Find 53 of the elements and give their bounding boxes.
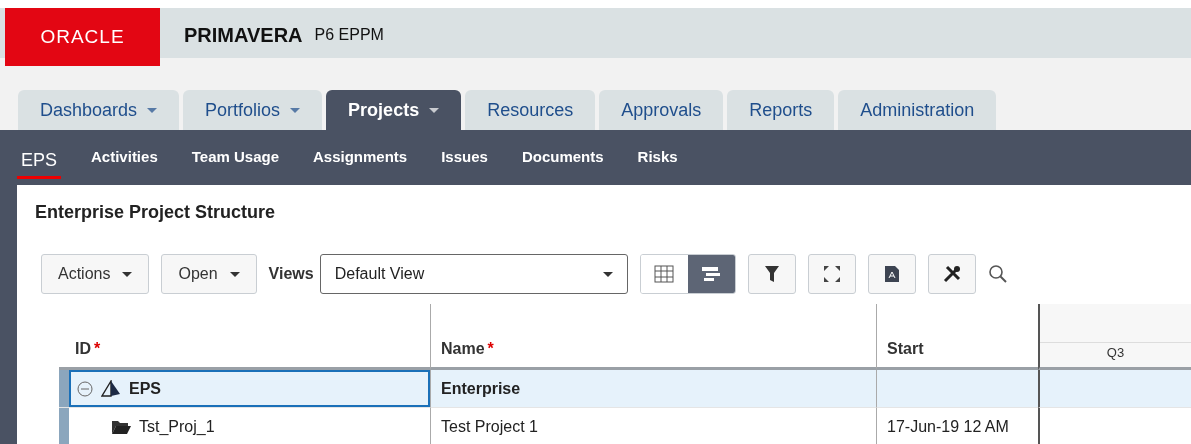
required-mark: *: [487, 339, 494, 359]
nav-tab[interactable]: Projects: [326, 90, 462, 130]
row-id[interactable]: Tst_Proj_1: [139, 414, 215, 439]
menu-button[interactable]: Open: [161, 254, 257, 294]
nav-tab[interactable]: Approvals: [599, 90, 724, 130]
nav-tab[interactable]: Portfolios: [183, 90, 323, 130]
oracle-logo: ORACLE: [5, 8, 160, 66]
caret-icon: [229, 271, 240, 277]
product-name: PRIMAVERA: [184, 23, 303, 48]
caret-icon: [602, 271, 613, 277]
nav-tab[interactable]: Reports: [727, 90, 835, 130]
start-date: 17-Jun-19 12 AM: [887, 416, 1009, 437]
menu-button[interactable]: Actions: [41, 254, 150, 294]
nav-tab[interactable]: Dashboards: [18, 90, 180, 130]
views-label: Views: [268, 264, 314, 284]
row-name: Enterprise: [441, 378, 521, 399]
pdf-button[interactable]: [867, 254, 916, 294]
subnav-tab[interactable]: Activities: [74, 140, 175, 175]
gantt-icon: [701, 265, 722, 283]
table-icon: [654, 265, 675, 283]
caret-icon: [122, 271, 133, 277]
subnav-tab[interactable]: Documents: [504, 140, 621, 175]
timescale-label: Q3: [1105, 344, 1126, 362]
required-mark: *: [94, 339, 101, 359]
collapse-toggle[interactable]: [77, 380, 93, 397]
subnav-tab[interactable]: Issues: [424, 140, 505, 175]
expand-icon: [822, 265, 841, 283]
nav-tab[interactable]: Administration: [838, 90, 997, 130]
subnav-tab[interactable]: Team Usage: [174, 140, 296, 175]
tree-indent-bar: [59, 408, 69, 444]
column-header[interactable]: ID: [75, 337, 91, 361]
expand-button[interactable]: [807, 254, 856, 294]
nav-tab[interactable]: Resources: [465, 90, 596, 130]
tools-button[interactable]: [927, 254, 976, 294]
gantt-view-button[interactable]: [687, 255, 735, 293]
subnav-tab[interactable]: Risks: [620, 140, 695, 175]
subnav-tab[interactable]: Assignments: [296, 140, 425, 175]
tools-icon: [941, 264, 962, 284]
product-edition: P6 EPPM: [314, 25, 384, 45]
row-name: Test Project 1: [441, 416, 538, 437]
tree-indent-bar: [59, 370, 69, 407]
row-id[interactable]: EPS: [129, 376, 161, 401]
column-header[interactable]: Name: [441, 337, 485, 361]
pyramid-icon: [101, 379, 121, 398]
page-title: Enterprise Project Structure: [35, 201, 277, 224]
pdf-icon: [883, 265, 900, 283]
search-icon[interactable]: [987, 264, 1008, 284]
filter-icon: [763, 265, 780, 283]
folder-icon: [111, 418, 131, 435]
filter-button[interactable]: [747, 254, 796, 294]
column-header[interactable]: Start: [887, 337, 924, 361]
views-dropdown[interactable]: Default View: [319, 254, 628, 294]
subnav-tab[interactable]: EPS: [17, 142, 62, 179]
